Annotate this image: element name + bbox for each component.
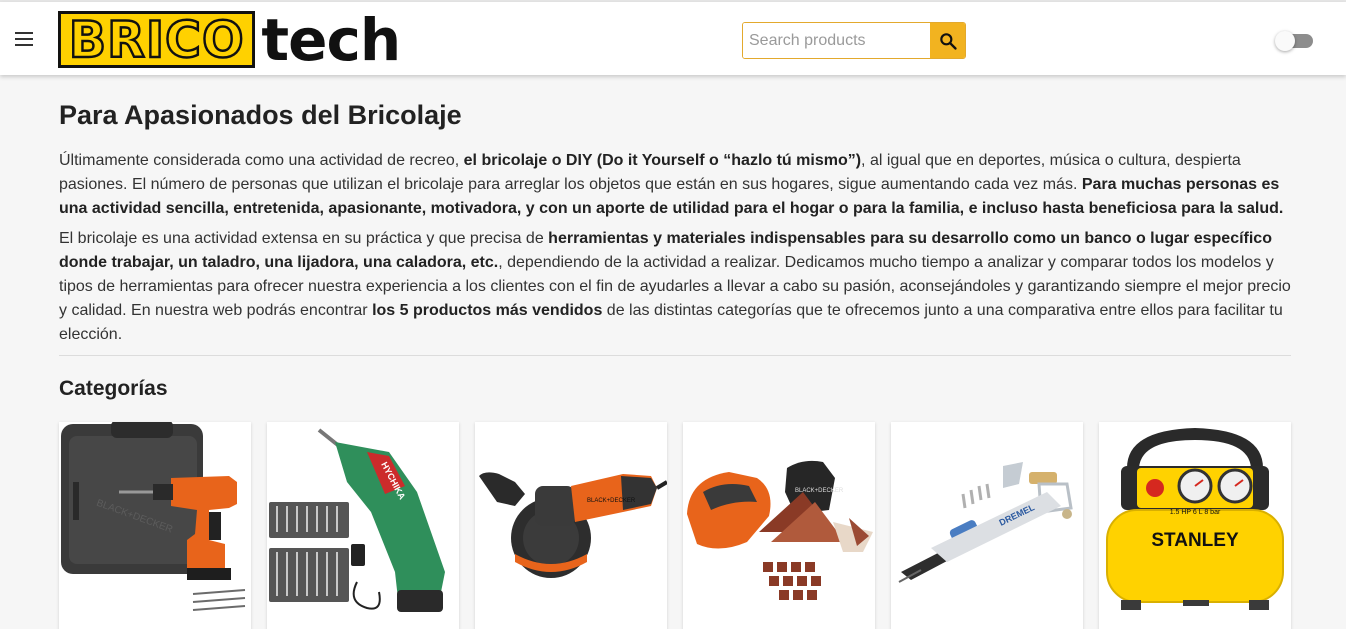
category-card-soldering[interactable]: DREMEL xyxy=(891,422,1083,629)
grinder-brand: BLACK+DECKER xyxy=(587,498,636,504)
search-button[interactable] xyxy=(930,23,965,58)
logo-tech-text: tech xyxy=(261,5,401,74)
category-card-sanders[interactable]: BLACK+DECKER xyxy=(683,422,875,629)
category-card-grinders[interactable]: BLACK+DECKER xyxy=(475,422,667,629)
drill-kit-image: BLACK+DECKER xyxy=(61,422,246,611)
angle-grinder-image: BLACK+DECKER xyxy=(479,472,667,578)
search-icon xyxy=(939,32,957,50)
main-content: Para Apasionados del Bricolaje Últimamen… xyxy=(59,98,1291,403)
category-card-screwdrivers[interactable]: HYCHIKA xyxy=(267,422,459,629)
screwdriver-image: HYCHIKA xyxy=(269,428,445,612)
categories-heading: Categorías xyxy=(59,377,168,400)
theme-toggle[interactable] xyxy=(1275,31,1313,51)
soldering-kit-image: DREMEL xyxy=(898,462,1073,583)
logo-brico-text: BRICO xyxy=(58,11,256,68)
intro-paragraph-1: Últimamente considerada como una activid… xyxy=(59,152,1284,217)
intro-paragraph-2: El bricolaje es una actividad extensa en… xyxy=(59,230,1291,343)
categories-grid: BLACK+DECKER HYCHIKA BLACK+DECKER BLACK+… xyxy=(59,422,1291,629)
air-compressor-image: 1.5 HP 6 L 8 bar STANLEY xyxy=(1106,428,1284,610)
category-card-drills[interactable]: BLACK+DECKER xyxy=(59,422,251,629)
section-divider xyxy=(59,355,1291,356)
toggle-knob xyxy=(1275,31,1295,51)
page-title: Para Apasionados del Bricolaje xyxy=(59,100,462,130)
compressor-spec: 1.5 HP 6 L 8 bar xyxy=(1170,509,1221,516)
site-header: BRICO tech xyxy=(0,2,1346,75)
hamburger-menu-icon[interactable] xyxy=(13,27,35,49)
search-box xyxy=(742,22,966,59)
compressor-brand: STANLEY xyxy=(1151,530,1239,551)
category-card-compressors[interactable]: 1.5 HP 6 L 8 bar STANLEY xyxy=(1099,422,1291,629)
site-logo[interactable]: BRICO tech xyxy=(56,5,401,74)
search-input[interactable] xyxy=(743,23,930,58)
detail-sander-image: BLACK+DECKER xyxy=(687,460,873,600)
